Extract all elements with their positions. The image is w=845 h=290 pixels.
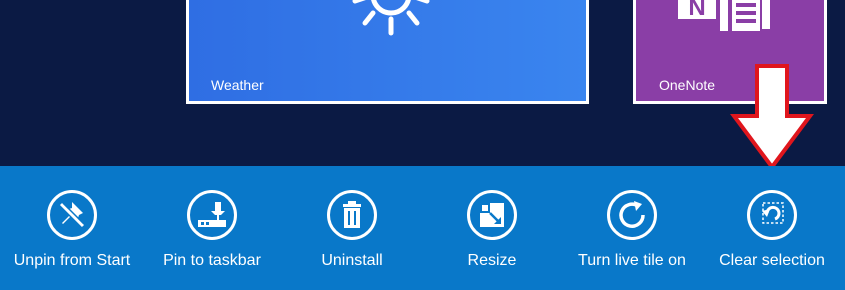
app-bar: Unpin from Start Pin to taskbar Uninstal… (0, 166, 845, 290)
clear-selection-button[interactable]: Clear selection (702, 166, 842, 290)
onenote-icon: N (678, 0, 770, 31)
sun-icon (352, 0, 430, 36)
weather-tile-label: Weather (211, 77, 264, 93)
clear-selection-label: Clear selection (719, 252, 825, 269)
trash-icon (343, 201, 361, 228)
svg-text:N: N (688, 0, 705, 21)
onenote-tile-label: OneNote (659, 77, 716, 93)
refresh-icon (619, 201, 645, 228)
uninstall-button[interactable]: Uninstall (282, 166, 422, 290)
turn-live-tile-on-button[interactable]: Turn live tile on (562, 166, 702, 290)
pin-taskbar-icon (198, 202, 226, 227)
pin-to-taskbar-button[interactable]: Pin to taskbar (142, 166, 282, 290)
callout-arrow-icon (730, 64, 814, 170)
unpin-icon (59, 202, 85, 228)
resize-icon (480, 203, 504, 227)
unpin-from-start-button[interactable]: Unpin from Start (2, 166, 142, 290)
weather-tile[interactable]: Weather (186, 0, 589, 104)
resize-button[interactable]: Resize (422, 166, 562, 290)
clear-selection-icon (762, 202, 784, 224)
